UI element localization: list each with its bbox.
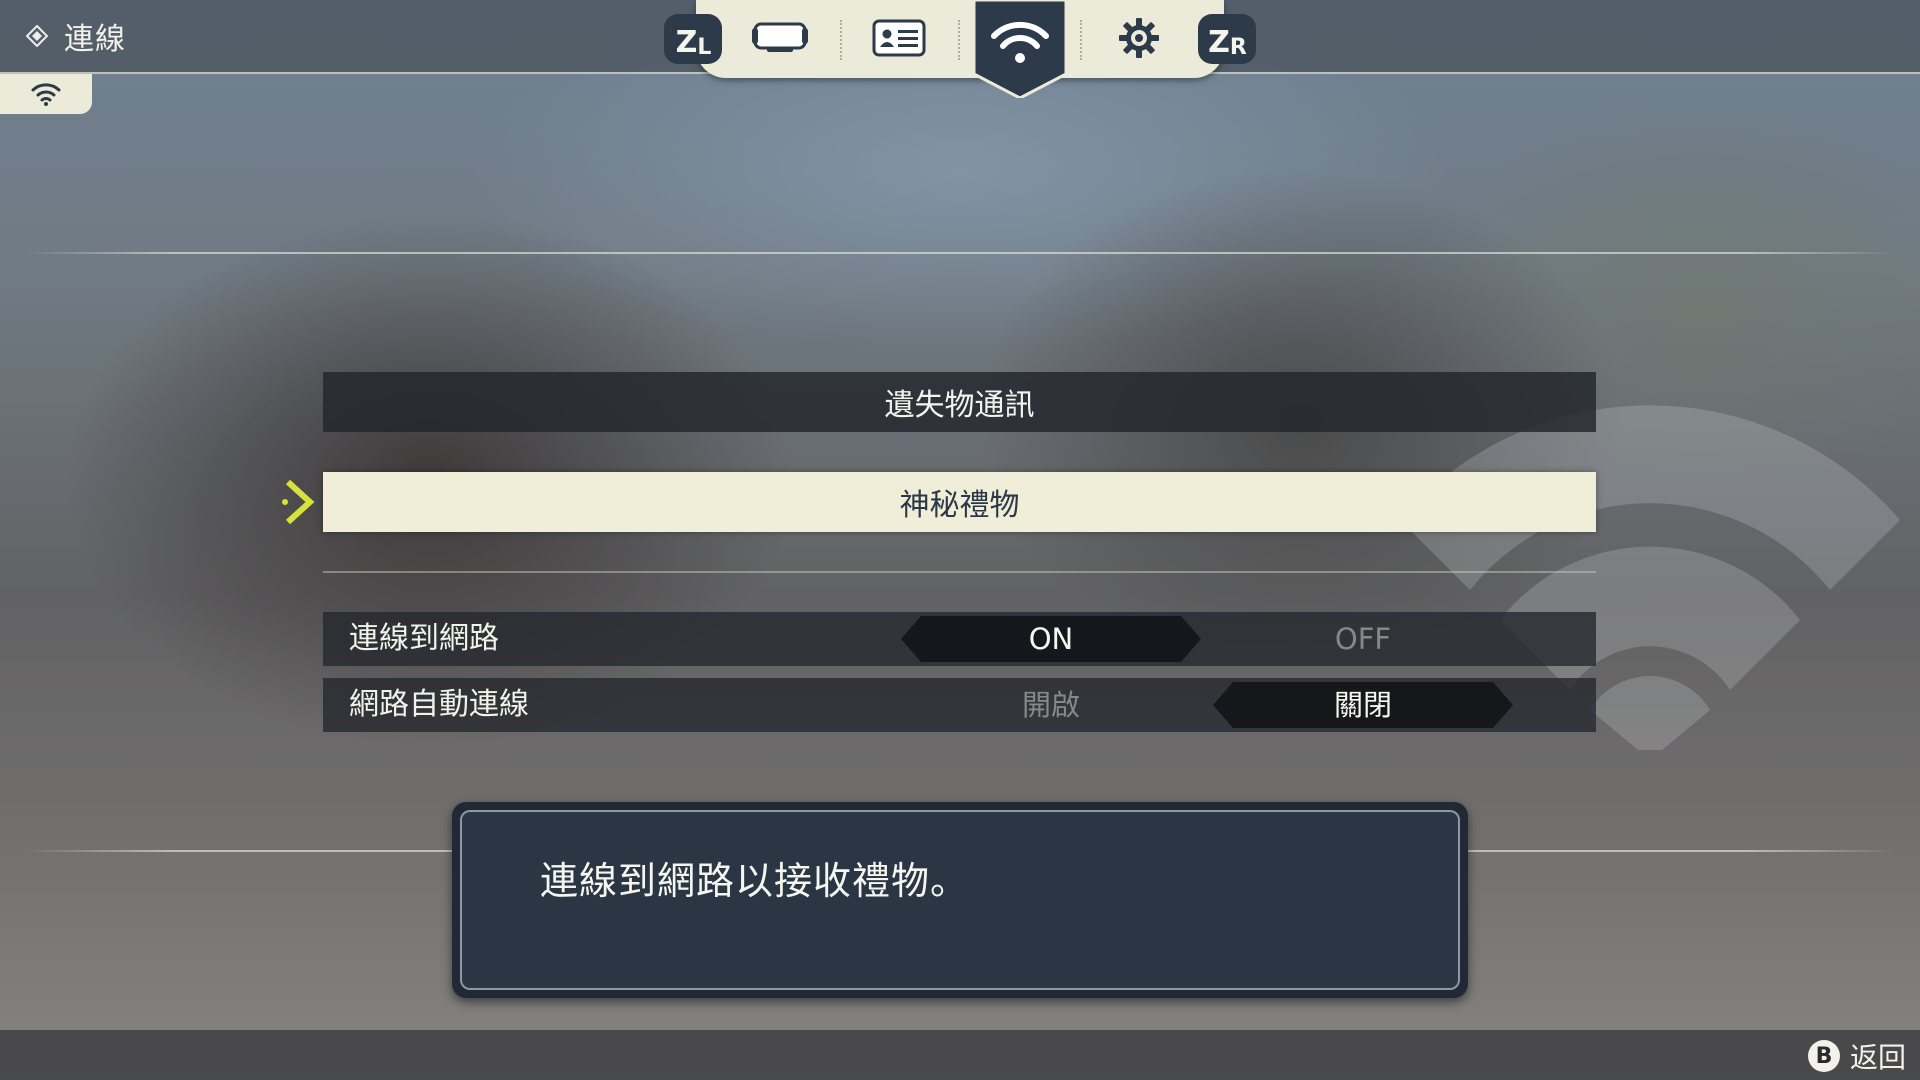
menu-item-mystery-gift[interactable]: 神秘禮物 <box>323 472 1596 532</box>
selection-cursor-icon <box>282 479 315 525</box>
description-text: 連線到網路以接收禮物。 <box>540 859 970 903</box>
tab-divider <box>958 20 960 60</box>
back-button[interactable]: B 返回 <box>1807 1036 1906 1076</box>
zr-label-sub: R <box>1229 35 1247 60</box>
option-label: 網路自動連線 <box>349 687 529 722</box>
description-box: 連線到網路以接收禮物。 <box>452 802 1468 998</box>
zr-shoulder-button[interactable]: ZR <box>1198 14 1256 64</box>
wifi-icon <box>31 83 61 106</box>
option-choice-on[interactable]: ON <box>901 616 1201 662</box>
screen-title: 連線 <box>64 22 126 57</box>
console-icon <box>752 22 808 52</box>
bottom-bar: B 返回 <box>0 1030 1920 1080</box>
zl-label-main: Z <box>675 25 698 60</box>
tab-divider <box>840 20 842 60</box>
zl-shoulder-button[interactable]: ZL <box>664 14 722 64</box>
gear-icon <box>1119 18 1159 58</box>
b-button-icon: B <box>1807 1040 1840 1072</box>
option-choice-disable[interactable]: 關閉 <box>1213 682 1513 728</box>
profile-card-icon <box>872 19 926 57</box>
tab-network-active[interactable] <box>974 0 1066 98</box>
option-choice-enable[interactable]: 開啟 <box>901 682 1201 728</box>
tab-divider <box>1080 20 1082 60</box>
menu-item-label: 遺失物通訊 <box>884 388 1035 423</box>
divider-line <box>24 252 1896 254</box>
menu-item-label: 神秘禮物 <box>899 488 1020 523</box>
description-frame: 連線到網路以接收禮物。 <box>460 810 1460 990</box>
screen-title-group: 連線 <box>26 14 126 58</box>
option-row-connect-internet[interactable]: 連線到網路 ON OFF <box>323 612 1596 666</box>
side-tab-wifi <box>0 74 92 114</box>
menu-item-lost-and-found[interactable]: 遺失物通訊 <box>323 372 1596 432</box>
option-row-auto-connect[interactable]: 網路自動連線 開啟 關閉 <box>323 678 1596 732</box>
back-label: 返回 <box>1849 1041 1906 1074</box>
tab-settings[interactable] <box>1104 12 1174 64</box>
menu-diamond-icon <box>26 25 48 47</box>
zl-label-sub: L <box>697 35 711 60</box>
divider-line <box>323 571 1596 573</box>
tab-profile[interactable] <box>864 12 934 64</box>
tab-console[interactable] <box>745 12 815 64</box>
option-choice-off[interactable]: OFF <box>1213 616 1513 662</box>
option-label: 連線到網路 <box>349 621 499 656</box>
zr-label-main: Z <box>1208 25 1230 60</box>
